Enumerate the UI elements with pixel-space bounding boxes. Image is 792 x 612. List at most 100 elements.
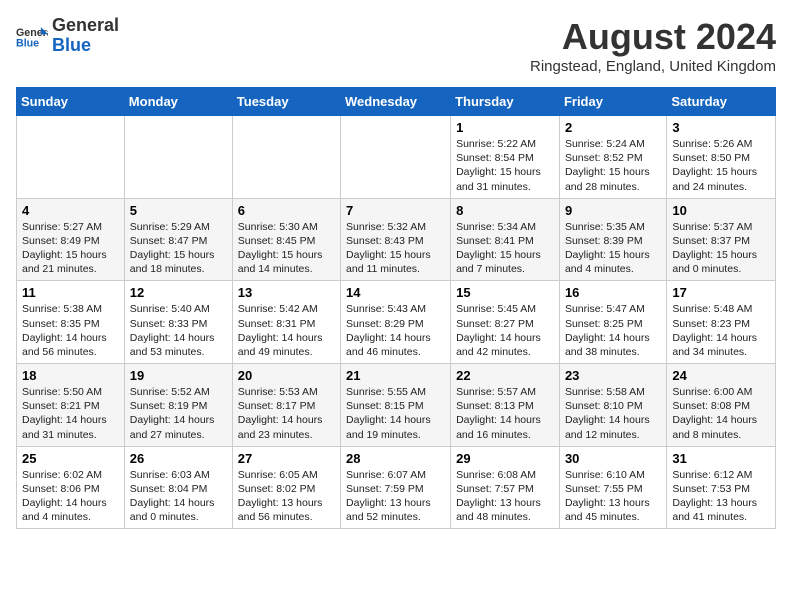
day-number: 11 bbox=[22, 285, 119, 300]
calendar-cell: 22Sunrise: 5:57 AM Sunset: 8:13 PM Dayli… bbox=[451, 364, 560, 447]
day-info: Sunrise: 5:45 AM Sunset: 8:27 PM Dayligh… bbox=[456, 302, 554, 359]
calendar-cell: 17 Sunrise: 5:48 AM Sunset: 8:23 PM Dayli… bbox=[667, 281, 776, 364]
day-number: 24 bbox=[672, 368, 770, 383]
day-info: Sunrise: 5:37 AM Sunset: 8:37 PM Dayligh… bbox=[672, 220, 770, 277]
day-info: Sunrise: 5:40 AM Sunset: 8:33 PM Dayligh… bbox=[130, 302, 227, 359]
day-number: 9 bbox=[565, 203, 661, 218]
day-info: Sunrise: 6:00 AM Sunset: 8:08 PM Dayligh… bbox=[672, 385, 770, 442]
calendar-cell: 4Sunrise: 5:27 AM Sunset: 8:49 PM Daylig… bbox=[17, 198, 125, 281]
day-info: Sunrise: 5:48 AM Sunset: 8:23 PM Dayligh… bbox=[672, 302, 770, 359]
calendar-cell: 26 Sunrise: 6:03 AM Sunset: 8:04 PM Dayli… bbox=[124, 446, 232, 529]
calendar-cell: 13 Sunrise: 5:42 AM Sunset: 8:31 PM Dayli… bbox=[232, 281, 340, 364]
day-info: Sunrise: 5:24 AM Sunset: 8:52 PM Dayligh… bbox=[565, 137, 661, 194]
day-number: 15 bbox=[456, 285, 554, 300]
day-number: 6 bbox=[238, 203, 335, 218]
day-info: Sunrise: 5:27 AM Sunset: 8:49 PM Dayligh… bbox=[22, 220, 119, 277]
day-number: 28 bbox=[346, 451, 445, 466]
calendar-cell: 28 Sunrise: 6:07 AM Sunset: 7:59 PM Dayli… bbox=[341, 446, 451, 529]
day-number: 18 bbox=[22, 368, 119, 383]
day-info: Sunrise: 5:29 AM Sunset: 8:47 PM Dayligh… bbox=[130, 220, 227, 277]
day-info: Sunrise: 6:03 AM Sunset: 8:04 PM Dayligh… bbox=[130, 468, 227, 525]
month-year-title: August 2024 bbox=[530, 16, 776, 58]
weekday-header-thursday: Thursday bbox=[451, 88, 560, 116]
calendar-cell: 2 Sunrise: 5:24 AM Sunset: 8:52 PM Daylig… bbox=[559, 116, 666, 199]
day-number: 14 bbox=[346, 285, 445, 300]
day-info: Sunrise: 5:32 AM Sunset: 8:43 PM Dayligh… bbox=[346, 220, 445, 277]
calendar-cell: 20 Sunrise: 5:53 AM Sunset: 8:17 PM Dayli… bbox=[232, 364, 340, 447]
day-info: Sunrise: 6:07 AM Sunset: 7:59 PM Dayligh… bbox=[346, 468, 445, 525]
calendar-cell: 8Sunrise: 5:34 AM Sunset: 8:41 PM Daylig… bbox=[451, 198, 560, 281]
day-info: Sunrise: 6:10 AM Sunset: 7:55 PM Dayligh… bbox=[565, 468, 661, 525]
day-info: Sunrise: 5:52 AM Sunset: 8:19 PM Dayligh… bbox=[130, 385, 227, 442]
location-subtitle: Ringstead, England, United Kingdom bbox=[530, 58, 776, 75]
logo-icon: General Blue bbox=[16, 20, 48, 52]
calendar-week-row: 1 Sunrise: 5:22 AM Sunset: 8:54 PM Daylig… bbox=[17, 116, 776, 199]
day-number: 7 bbox=[346, 203, 445, 218]
calendar-cell bbox=[232, 116, 340, 199]
day-number: 30 bbox=[565, 451, 661, 466]
day-info: Sunrise: 5:50 AM Sunset: 8:21 PM Dayligh… bbox=[22, 385, 119, 442]
calendar-cell bbox=[124, 116, 232, 199]
calendar-cell bbox=[17, 116, 125, 199]
calendar-week-row: 25Sunrise: 6:02 AM Sunset: 8:06 PM Dayli… bbox=[17, 446, 776, 529]
day-number: 1 bbox=[456, 120, 554, 135]
day-info: Sunrise: 5:43 AM Sunset: 8:29 PM Dayligh… bbox=[346, 302, 445, 359]
day-number: 19 bbox=[130, 368, 227, 383]
calendar-cell: 18 Sunrise: 5:50 AM Sunset: 8:21 PM Dayli… bbox=[17, 364, 125, 447]
day-info: Sunrise: 6:05 AM Sunset: 8:02 PM Dayligh… bbox=[238, 468, 335, 525]
day-number: 22 bbox=[456, 368, 554, 383]
weekday-header-wednesday: Wednesday bbox=[341, 88, 451, 116]
day-number: 21 bbox=[346, 368, 445, 383]
day-info: Sunrise: 5:26 AM Sunset: 8:50 PM Dayligh… bbox=[672, 137, 770, 194]
page-header: General Blue General Blue August 2024 Ri… bbox=[16, 16, 776, 75]
calendar-cell bbox=[341, 116, 451, 199]
day-number: 13 bbox=[238, 285, 335, 300]
day-number: 26 bbox=[130, 451, 227, 466]
day-number: 16 bbox=[565, 285, 661, 300]
day-number: 31 bbox=[672, 451, 770, 466]
day-number: 17 bbox=[672, 285, 770, 300]
calendar-week-row: 18 Sunrise: 5:50 AM Sunset: 8:21 PM Dayli… bbox=[17, 364, 776, 447]
day-number: 2 bbox=[565, 120, 661, 135]
calendar-cell: 23 Sunrise: 5:58 AM Sunset: 8:10 PM Dayli… bbox=[559, 364, 666, 447]
logo-blue-text: Blue bbox=[52, 35, 91, 55]
day-number: 29 bbox=[456, 451, 554, 466]
weekday-header-friday: Friday bbox=[559, 88, 666, 116]
day-info: Sunrise: 5:58 AM Sunset: 8:10 PM Dayligh… bbox=[565, 385, 661, 442]
calendar-cell: 29Sunrise: 6:08 AM Sunset: 7:57 PM Dayli… bbox=[451, 446, 560, 529]
day-number: 5 bbox=[130, 203, 227, 218]
calendar-cell: 27Sunrise: 6:05 AM Sunset: 8:02 PM Dayli… bbox=[232, 446, 340, 529]
weekday-header-tuesday: Tuesday bbox=[232, 88, 340, 116]
weekday-header-saturday: Saturday bbox=[667, 88, 776, 116]
calendar-cell: 9 Sunrise: 5:35 AM Sunset: 8:39 PM Daylig… bbox=[559, 198, 666, 281]
calendar-cell: 15 Sunrise: 5:45 AM Sunset: 8:27 PM Dayli… bbox=[451, 281, 560, 364]
calendar-cell: 3Sunrise: 5:26 AM Sunset: 8:50 PM Daylig… bbox=[667, 116, 776, 199]
calendar-table: SundayMondayTuesdayWednesdayThursdayFrid… bbox=[16, 87, 776, 529]
day-info: Sunrise: 5:38 AM Sunset: 8:35 PM Dayligh… bbox=[22, 302, 119, 359]
day-info: Sunrise: 5:35 AM Sunset: 8:39 PM Dayligh… bbox=[565, 220, 661, 277]
day-info: Sunrise: 5:42 AM Sunset: 8:31 PM Dayligh… bbox=[238, 302, 335, 359]
day-number: 20 bbox=[238, 368, 335, 383]
calendar-week-row: 4Sunrise: 5:27 AM Sunset: 8:49 PM Daylig… bbox=[17, 198, 776, 281]
day-number: 25 bbox=[22, 451, 119, 466]
day-number: 10 bbox=[672, 203, 770, 218]
calendar-cell: 10 Sunrise: 5:37 AM Sunset: 8:37 PM Dayli… bbox=[667, 198, 776, 281]
calendar-cell: 25Sunrise: 6:02 AM Sunset: 8:06 PM Dayli… bbox=[17, 446, 125, 529]
svg-text:Blue: Blue bbox=[16, 37, 39, 49]
day-number: 8 bbox=[456, 203, 554, 218]
calendar-cell: 16Sunrise: 5:47 AM Sunset: 8:25 PM Dayli… bbox=[559, 281, 666, 364]
calendar-cell: 19 Sunrise: 5:52 AM Sunset: 8:19 PM Dayli… bbox=[124, 364, 232, 447]
day-info: Sunrise: 5:30 AM Sunset: 8:45 PM Dayligh… bbox=[238, 220, 335, 277]
calendar-cell: 30 Sunrise: 6:10 AM Sunset: 7:55 PM Dayli… bbox=[559, 446, 666, 529]
calendar-cell: 11 Sunrise: 5:38 AM Sunset: 8:35 PM Dayli… bbox=[17, 281, 125, 364]
weekday-header-monday: Monday bbox=[124, 88, 232, 116]
calendar-cell: 1 Sunrise: 5:22 AM Sunset: 8:54 PM Daylig… bbox=[451, 116, 560, 199]
day-info: Sunrise: 5:53 AM Sunset: 8:17 PM Dayligh… bbox=[238, 385, 335, 442]
calendar-cell: 14 Sunrise: 5:43 AM Sunset: 8:29 PM Dayli… bbox=[341, 281, 451, 364]
day-info: Sunrise: 5:22 AM Sunset: 8:54 PM Dayligh… bbox=[456, 137, 554, 194]
weekday-header-sunday: Sunday bbox=[17, 88, 125, 116]
day-number: 23 bbox=[565, 368, 661, 383]
calendar-cell: 31Sunrise: 6:12 AM Sunset: 7:53 PM Dayli… bbox=[667, 446, 776, 529]
calendar-week-row: 11 Sunrise: 5:38 AM Sunset: 8:35 PM Dayli… bbox=[17, 281, 776, 364]
day-info: Sunrise: 5:55 AM Sunset: 8:15 PM Dayligh… bbox=[346, 385, 445, 442]
